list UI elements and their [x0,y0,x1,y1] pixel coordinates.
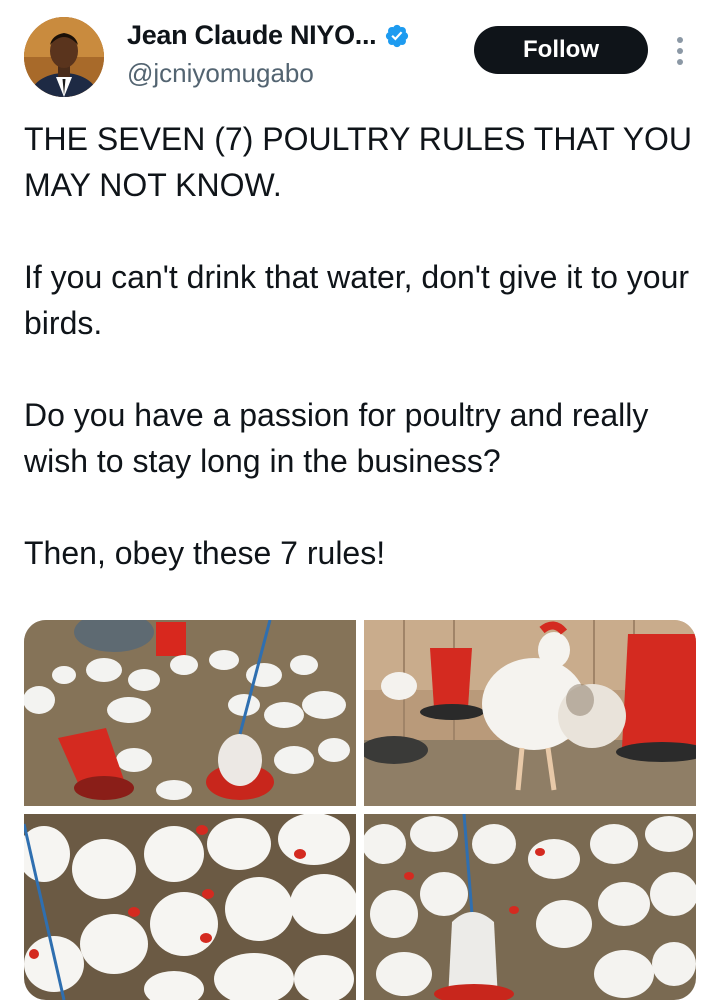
author-name-row: Jean Claude NIYO... [127,20,410,51]
large-hen-with-red-feeder-photo[interactable] [364,620,696,806]
verified-badge-icon [386,24,409,47]
chickens-around-drinker-photo[interactable] [364,814,696,1000]
follow-button[interactable]: Follow [474,26,648,74]
tweet-paragraph: Then, obey these 7 rules! [24,535,386,571]
tweet-paragraph: THE SEVEN (7) POULTRY RULES THAT YOU MAY… [24,121,693,203]
white-broiler-chickens-photo[interactable] [24,814,356,1000]
tweet-paragraph: Do you have a passion for poultry and re… [24,397,649,479]
author-display-name[interactable]: Jean Claude NIYO... [127,20,377,51]
tweet-body: THE SEVEN (7) POULTRY RULES THAT YOU MAY… [24,116,694,576]
avatar[interactable] [24,17,104,97]
tweet-header: Jean Claude NIYO... @jcniyomugabo Follow [0,0,717,110]
media-grid [24,620,696,1000]
more-vertical-icon[interactable] [673,34,687,68]
author-handle[interactable]: @jcniyomugabo [127,58,314,89]
tweet-paragraph: If you can't drink that water, don't giv… [24,259,690,341]
chickens-with-red-feeders-photo[interactable] [24,620,356,806]
